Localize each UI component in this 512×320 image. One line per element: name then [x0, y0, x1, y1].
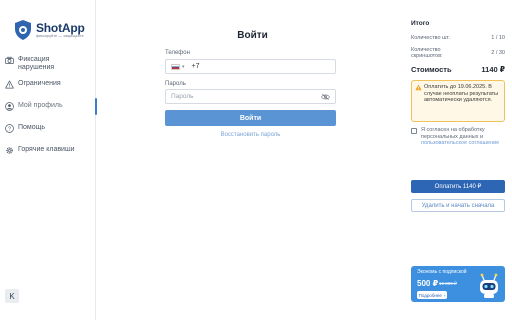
- gear-icon: [6, 147, 13, 154]
- promo-old-price: 10 800 ₽: [439, 281, 457, 286]
- summary-row-value: 1 / 10: [491, 35, 505, 41]
- svg-text:?: ?: [8, 126, 11, 132]
- phone-prefix: +7: [191, 63, 200, 70]
- total-value: 1140 ₽: [481, 64, 505, 74]
- sidebar-item-label: Фиксация нарушения: [18, 56, 55, 71]
- sidebar-item-label: Горячие клавиши: [18, 146, 75, 153]
- consent-text-block: Я согласен на обработку персональных дан…: [421, 127, 505, 147]
- summary-panel: Итого Количество шт. 1 / 10 Количество с…: [411, 20, 505, 212]
- warning-icon: [415, 84, 422, 91]
- brand-name: ShotApp: [36, 20, 85, 35]
- phone-label: Телефон: [165, 50, 190, 56]
- consent-checkbox[interactable]: [411, 128, 417, 134]
- collapse-sidebar-button[interactable]: K: [5, 289, 19, 303]
- login-title: Войти: [237, 30, 268, 41]
- promo-price: 500 ₽: [417, 279, 439, 288]
- user-icon: [5, 102, 14, 111]
- collapse-icon: K: [9, 291, 15, 301]
- summary-title: Итого: [411, 20, 430, 27]
- summary-row-label: Количество скриншотов:: [411, 46, 443, 60]
- sidebar-item-label: Помощь: [18, 124, 46, 131]
- sidebar-item-violation[interactable]: Фиксация нарушения: [0, 56, 96, 72]
- arrow-right-icon: ›: [443, 292, 446, 298]
- login-button[interactable]: Войти: [165, 110, 336, 126]
- summary-row-value: 2 / 30: [491, 49, 505, 56]
- brand-tagline: фиксируйте — защищайте: [36, 33, 84, 38]
- shield-logo-icon: [15, 20, 31, 40]
- password-label: Пароль: [165, 81, 186, 87]
- total-label: Стоимость: [411, 64, 452, 74]
- sidebar-item-label: Ограничения: [18, 80, 61, 87]
- warning-text: Оплатить до 19.06.2025. В случае неоплат…: [424, 84, 499, 103]
- chevron-down-icon[interactable]: ▾: [182, 64, 185, 70]
- sidebar-item-label: Мой профиль: [18, 102, 63, 109]
- camera-icon: [5, 56, 14, 65]
- summary-row-label: Количество шт.: [411, 35, 450, 41]
- restore-password-link[interactable]: Восстановить пароль: [165, 132, 336, 138]
- sidebar: ShotApp фиксируйте — защищайте Фиксация …: [0, 0, 97, 320]
- sidebar-nav: Фиксация нарушения Ограничения Мой профи…: [0, 54, 97, 155]
- promo-details-button[interactable]: Подробнее ›: [417, 291, 447, 299]
- robot-mascot-icon: [480, 273, 498, 298]
- summary-row: Количество скриншотов: 2 / 30: [411, 47, 505, 60]
- russia-flag-icon[interactable]: [171, 63, 180, 70]
- phone-input[interactable]: ▾ +7: [165, 59, 336, 74]
- consent-text: Я согласен на обработку персональных дан…: [421, 127, 485, 140]
- delete-restart-button[interactable]: Удалить и начать сначала: [411, 199, 505, 212]
- logo[interactable]: ShotApp фиксируйте — защищайте: [14, 19, 85, 41]
- password-placeholder: Пароль: [171, 93, 194, 100]
- summary-row: Количество шт. 1 / 10: [411, 35, 505, 42]
- payment-warning: Оплатить до 19.06.2025. В случае неоплат…: [411, 80, 505, 122]
- warning-triangle-icon: [5, 80, 14, 89]
- pay-button[interactable]: Оплатить 1140 ₽: [411, 180, 505, 193]
- help-circle-icon: ?: [5, 124, 14, 133]
- login-form: Войти Телефон ▾ +7 Пароль Пароль Войти В…: [165, 30, 336, 138]
- promo-button-label: Подробнее: [418, 292, 442, 298]
- sidebar-item-help[interactable]: ? Помощь: [0, 124, 96, 133]
- consent-row: Я согласен на обработку персональных дан…: [411, 127, 505, 147]
- password-input[interactable]: Пароль: [165, 89, 336, 104]
- user-agreement-link[interactable]: пользовательское соглашение: [421, 140, 499, 146]
- subscription-promo[interactable]: Экономь с подпиской 500 ₽ 10 800 ₽ Подро…: [411, 266, 505, 302]
- sidebar-item-profile[interactable]: Мой профиль: [0, 98, 97, 115]
- sidebar-item-hotkeys[interactable]: Горячие клавиши: [0, 146, 96, 155]
- total-row: Стоимость 1140 ₽: [411, 65, 505, 74]
- promo-text: Экономь с подпиской: [417, 269, 467, 275]
- eye-off-icon[interactable]: [321, 93, 330, 101]
- sidebar-item-restrictions[interactable]: Ограничения: [0, 80, 96, 89]
